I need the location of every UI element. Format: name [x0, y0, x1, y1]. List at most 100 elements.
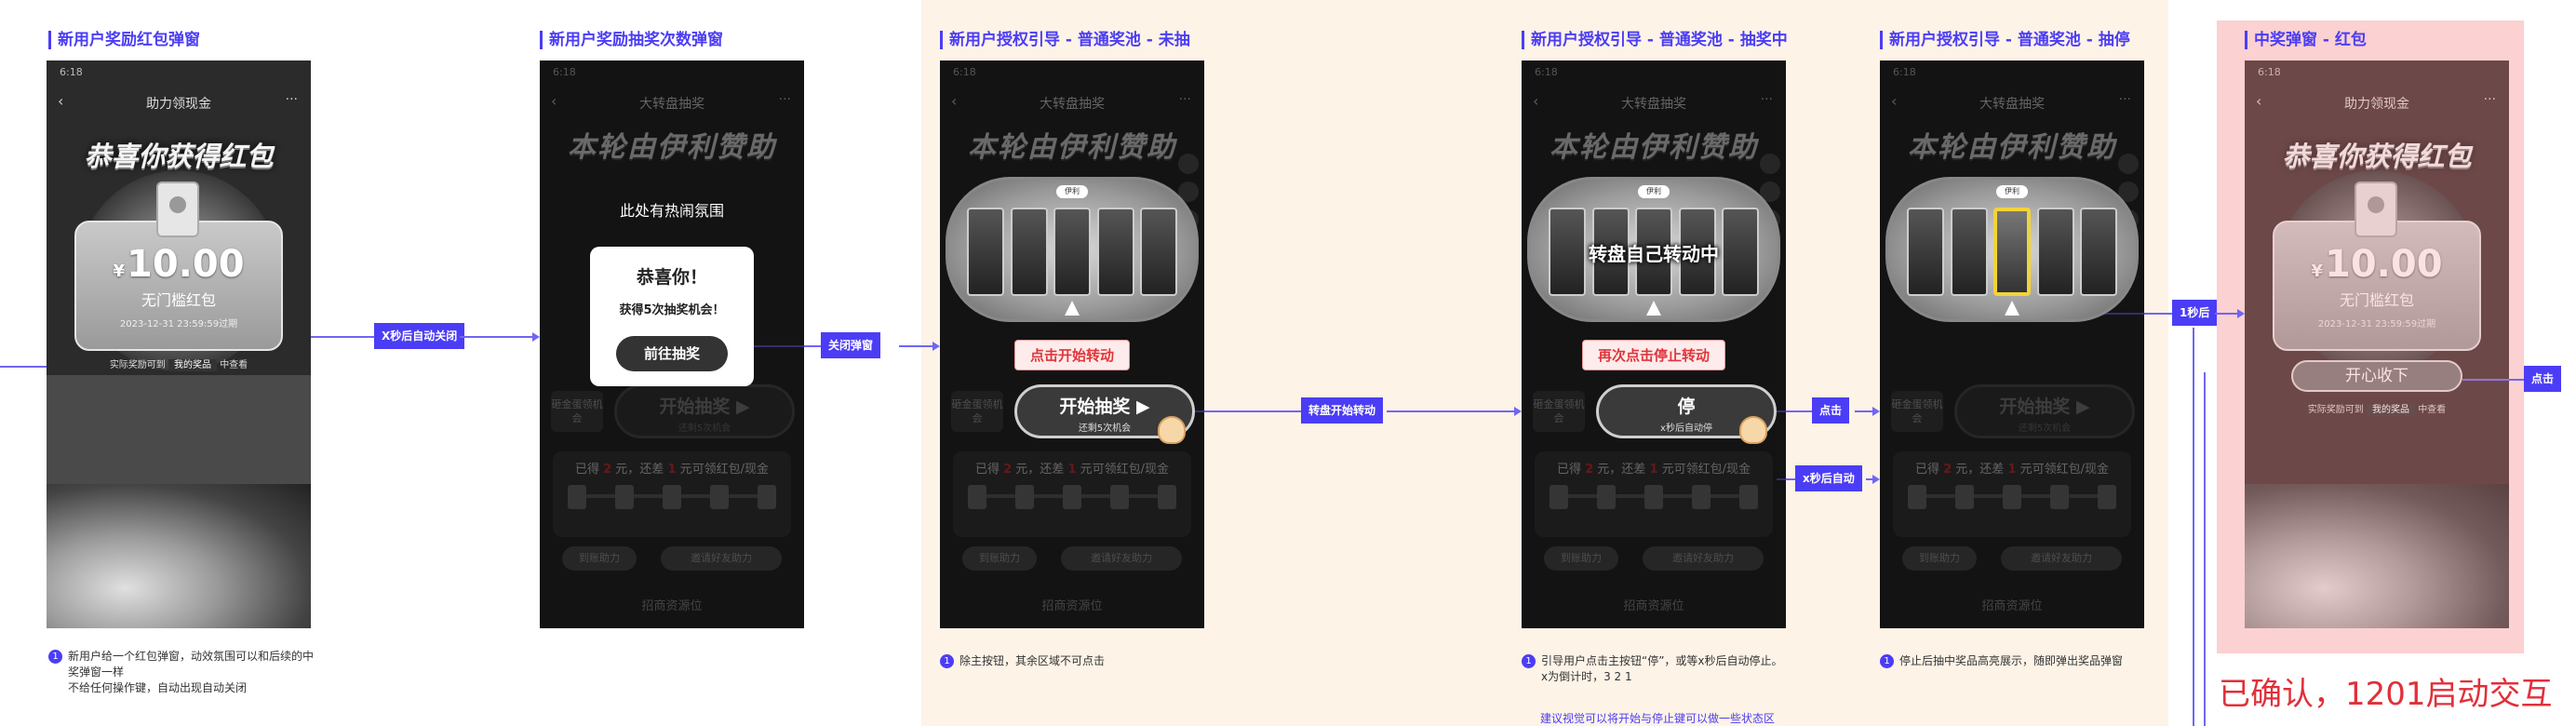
- more-icon[interactable]: ···: [1179, 92, 1191, 107]
- section-title-5: 新用户授权引导 - 普通奖池 - 抽停: [1880, 31, 2130, 49]
- card-footer: 实际奖励可到 我的奖品 中查看: [109, 359, 248, 371]
- arrow-p4-click: [1777, 410, 1812, 412]
- arrow-auto-p5: [1866, 475, 1880, 484]
- arrow-p2-tag: [745, 345, 821, 347]
- note-2: 1 除主按钮，其余区域不可点击: [940, 653, 1219, 669]
- note-3: 1 引导用户点击主按钮“停”，或等x秒后自动停止。 x为倒计时，3 2 1: [1522, 653, 1838, 685]
- pre-button: 砸金蛋领机会: [951, 391, 1003, 432]
- tag-one-second: 1秒后: [2172, 300, 2218, 326]
- arrow-p4-auto: [1777, 478, 1795, 480]
- section-title-2: 新用户奖励抽奖次数弹窗: [540, 31, 723, 49]
- prize-wheel: 伊利: [1885, 177, 2139, 322]
- tab-row: 到账助力 邀请好友助力: [562, 546, 782, 574]
- wheel-pointer-icon: [1065, 301, 1080, 316]
- prize-wheel: 伊利: [946, 177, 1199, 322]
- clapping-hands-image: [47, 484, 311, 628]
- hint-click-stop: 再次点击停止转动: [1581, 340, 1726, 370]
- status-time: 6:18: [953, 66, 976, 78]
- status-time: 6:18: [1535, 66, 1558, 78]
- wheel-logo: 伊利: [1638, 185, 1670, 198]
- page-title: 大转盘抽奖: [1040, 97, 1105, 112]
- sponsor-banner: 本轮由伊利赞助: [1550, 131, 1758, 164]
- tab-row: 到账助力 邀请好友助力: [962, 546, 1182, 574]
- go-draw-button[interactable]: 前往抽奖: [616, 336, 728, 371]
- pre-button: 砸金蛋领机会: [551, 391, 603, 432]
- amount: ¥10.00: [113, 243, 245, 286]
- arrow-click-p5: [1855, 407, 1880, 416]
- progress-text: 已得 2 元，还差 1 元可领红包/现金: [574, 463, 770, 477]
- tab-row: 到账助力 邀请好友助力: [1544, 546, 1764, 574]
- more-icon[interactable]: ···: [1761, 92, 1773, 107]
- wheel-logo: 伊利: [1996, 185, 2028, 198]
- pink-tint: [2245, 60, 2509, 628]
- progress-box: 已得 2 元，还差 1 元可领红包/现金: [953, 451, 1191, 537]
- phone-redpacket-popup: 6:18 ‹ 助力领现金 ··· 恭喜你获得红包 ¥10.00 无门槛红包 20…: [47, 60, 311, 628]
- progress-box: 已得 2 元，还差 1 元可领红包/现金: [553, 451, 791, 537]
- progress-steps: [1550, 485, 1758, 509]
- bottom-resource: 招商资源位: [641, 599, 703, 613]
- expiry-text: 2023-12-31 23:59:59过期: [119, 319, 238, 329]
- arrow-tag-p3: [899, 342, 940, 351]
- entry-arrow: [0, 366, 47, 368]
- page-title: 助力领现金: [146, 97, 211, 112]
- start-button-dim: 开始抽奖 ▶ 还剩5次机会: [614, 384, 795, 438]
- tab-row: 到账助力 邀请好友助力: [1902, 546, 2122, 574]
- popup-header: 恭喜你获得红包: [84, 141, 274, 172]
- page-title: 大转盘抽奖: [1621, 97, 1686, 112]
- prize-cards: [1907, 208, 2117, 296]
- status-time: 6:18: [1893, 66, 1916, 78]
- wheel-logo: 伊利: [1056, 185, 1088, 198]
- progress-text: 已得 2 元，还差 1 元可领红包/现金: [1914, 463, 2110, 477]
- section-title-4: 新用户授权引导 - 普通奖池 - 抽奖中: [1522, 31, 1788, 49]
- tag-click: 点击: [1812, 397, 1850, 424]
- wheel-pointer-icon: [2005, 301, 2019, 316]
- bottom-resource: 招商资源位: [1041, 599, 1103, 613]
- prize-cards: [967, 208, 1177, 296]
- sponsor-banner: 本轮由伊利赞助: [968, 131, 1176, 164]
- redpacket-card: ¥10.00 无门槛红包 2023-12-31 23:59:59过期: [74, 221, 283, 351]
- start-button-dim: 开始抽奖 ▶ 还剩5次机会: [1954, 384, 2135, 438]
- arrow-p1-tag: [311, 336, 374, 338]
- phone-wheel-idle: 6:18 ‹ 大转盘抽奖 ··· 本轮由伊利赞助 伊利 点击开始转动 砸金蛋领机…: [940, 60, 1204, 628]
- status-time: 6:18: [60, 66, 83, 78]
- redpacket-name: 无门槛红包: [141, 291, 216, 309]
- phone-win-popup: 6:18 ‹ 助力领现金 ··· 恭喜你获得红包 ¥10.00 无门槛红包 20…: [2245, 60, 2509, 628]
- more-icon[interactable]: ···: [779, 92, 791, 107]
- page-title: 大转盘抽奖: [1979, 97, 2045, 112]
- arrow-p3-tag: [1195, 410, 1301, 412]
- status-time: 6:18: [553, 66, 576, 78]
- note-3-link[interactable]: 建议视觉可以将开始与停止键可以做一些状态区: [1540, 710, 1775, 726]
- confirmed-note: 已确认，1201启动交互: [2219, 676, 2553, 713]
- modal-subtitle: 获得5次抽奖机会！: [619, 303, 725, 317]
- tap-hand-icon: [1739, 416, 1767, 444]
- more-icon[interactable]: ···: [286, 92, 298, 107]
- arrow-tag-p4: [1387, 407, 1522, 416]
- progress-box: 已得 2 元，还差 1 元可领红包/现金: [1893, 451, 2131, 537]
- sponsor-banner: 本轮由伊利赞助: [568, 131, 776, 164]
- flow-return-line-2: [2204, 372, 2206, 726]
- tap-hand-icon: [1158, 416, 1186, 444]
- tag-wheel-start: 转盘开始转动: [1301, 397, 1384, 424]
- section-title-3: 新用户授权引导 - 普通奖池 - 未抽: [940, 31, 1190, 49]
- sponsor-banner: 本轮由伊利赞助: [1908, 131, 2116, 164]
- flow-return-line: [2193, 328, 2194, 726]
- wheel-pointer-icon: [1646, 301, 1661, 316]
- progress-steps: [1908, 485, 2116, 509]
- arrow-tag-p2: [460, 332, 540, 342]
- modal-title: 恭喜你！: [636, 267, 707, 288]
- note-1: 1 新用户给一个红包弹窗，动效氛围可以和后续的中 奖弹窗一样 不给任何操作键，自动出现…: [48, 649, 328, 696]
- tag-auto-after: x秒后自动: [1795, 465, 1862, 491]
- progress-steps: [968, 485, 1176, 509]
- highlighted-prize: [1993, 208, 2031, 296]
- more-icon[interactable]: ···: [2119, 92, 2131, 107]
- section-title-6: 中奖弹窗 - 红包: [2245, 31, 2367, 49]
- flow-board: 新用户奖励红包弹窗 新用户奖励抽奖次数弹窗 新用户授权引导 - 普通奖池 - 未…: [0, 0, 2576, 726]
- progress-text: 已得 2 元，还差 1 元可领红包/现金: [1556, 463, 1751, 477]
- page-title: 大转盘抽奖: [639, 97, 704, 112]
- bottom-resource: 招商资源位: [1623, 599, 1684, 613]
- progress-text: 已得 2 元，还差 1 元可领红包/现金: [974, 463, 1170, 477]
- my-prizes-link[interactable]: 我的奖品: [168, 359, 217, 371]
- section-title-1: 新用户奖励红包弹窗: [48, 31, 200, 49]
- wheel-spinning-label: 转盘自己转动中: [1589, 243, 1719, 265]
- prize-wheel: 伊利 转盘自己转动中: [1527, 177, 1780, 322]
